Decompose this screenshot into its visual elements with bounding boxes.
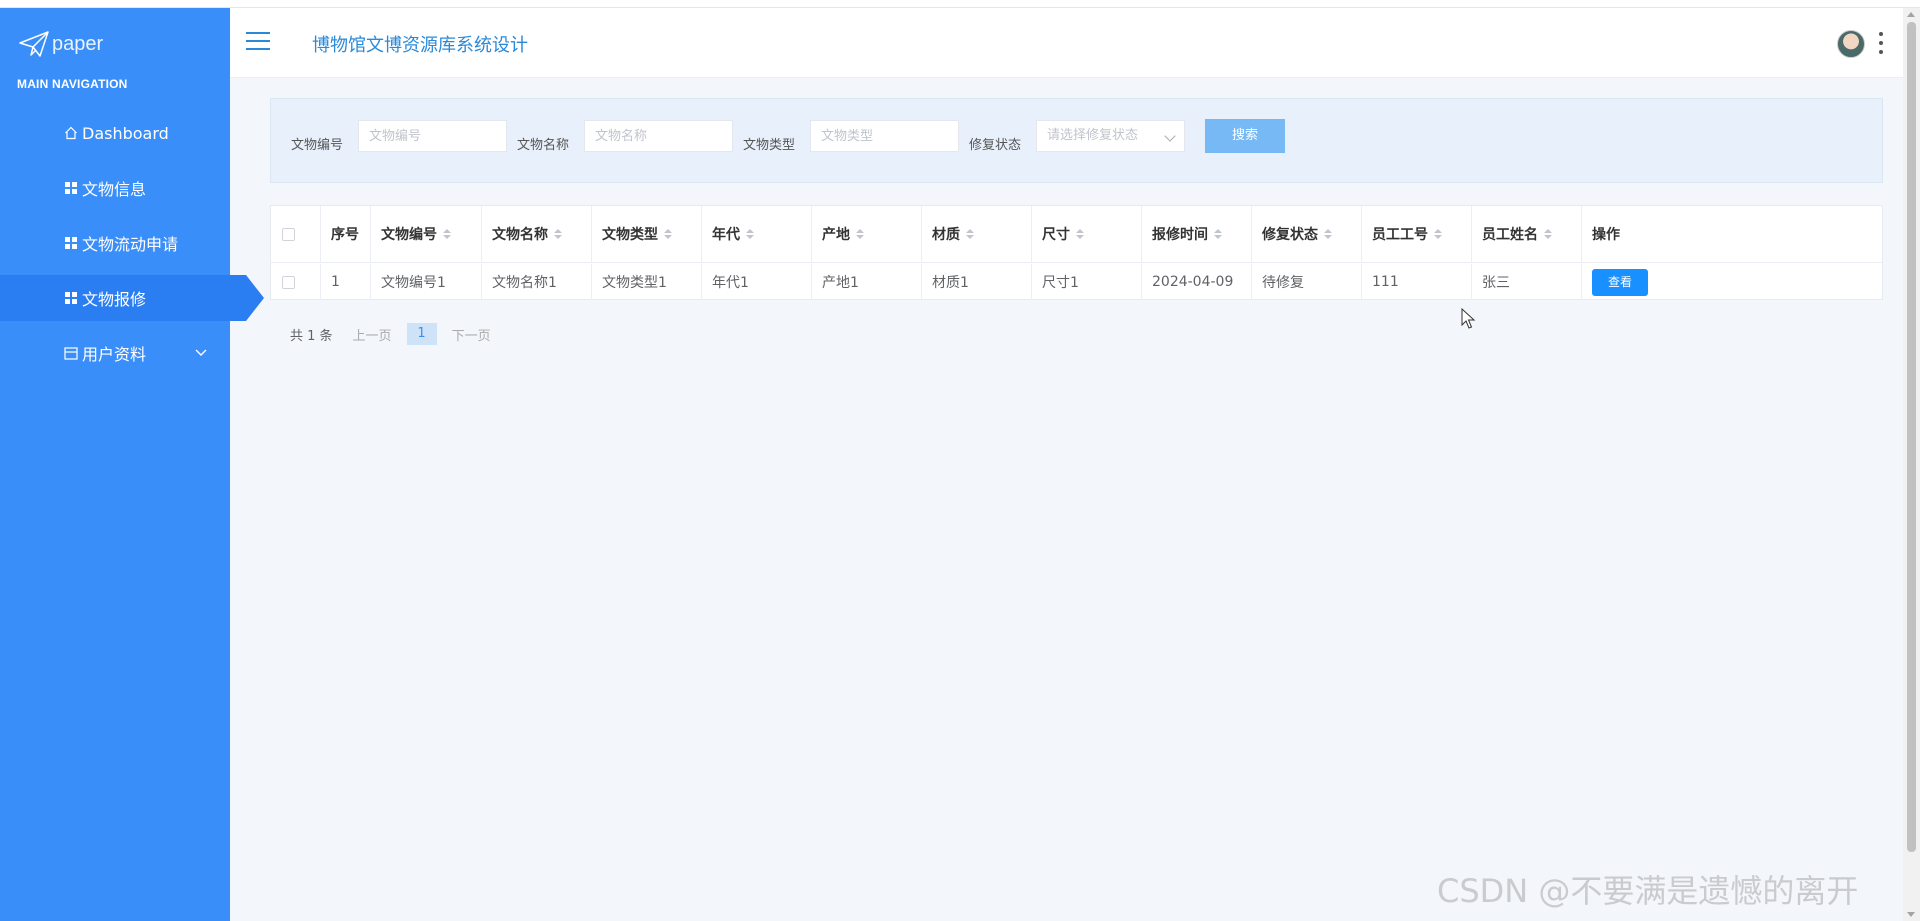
table-cell: 张三 bbox=[1472, 264, 1582, 300]
search-label-code: 文物编号 bbox=[291, 138, 344, 153]
column-header[interactable]: 产地 bbox=[812, 206, 922, 262]
page-title: 博物馆文博资源库系统设计 bbox=[312, 35, 528, 56]
search-button[interactable]: 搜索 bbox=[1205, 119, 1285, 153]
grid-icon bbox=[63, 235, 79, 251]
artifact-code-input[interactable] bbox=[358, 120, 507, 152]
home-icon bbox=[63, 125, 79, 141]
artifact-type-input[interactable] bbox=[810, 120, 959, 152]
action-cell: 查看 bbox=[1582, 264, 1882, 300]
column-header[interactable]: 文物编号 bbox=[371, 206, 482, 262]
sidebar-item-artifact-info[interactable]: 文物信息 bbox=[0, 165, 230, 211]
sidebar-item-label: 文物信息 bbox=[82, 180, 147, 199]
column-header: 操作 bbox=[1592, 227, 1620, 243]
artifact-name-input[interactable] bbox=[584, 120, 733, 152]
scrollbar-thumb[interactable] bbox=[1907, 22, 1916, 852]
sort-icon[interactable] bbox=[1434, 229, 1442, 239]
sidebar: paper MAIN NAVIGATION Dashboard 文物信息 文物流… bbox=[0, 8, 264, 921]
table-cell: 产地1 bbox=[812, 264, 922, 300]
sort-icon[interactable] bbox=[1214, 229, 1222, 239]
row-select-cell bbox=[271, 264, 321, 300]
prev-page-button[interactable]: 上一页 bbox=[353, 325, 392, 344]
repair-status-select[interactable]: 请选择修复状态 bbox=[1036, 120, 1185, 152]
search-label-status: 修复状态 bbox=[969, 138, 1022, 153]
search-label-type: 文物类型 bbox=[743, 138, 796, 153]
column-header[interactable]: 文物类型 bbox=[592, 206, 702, 262]
sidebar-item-label: 文物流动申请 bbox=[82, 235, 179, 254]
table-cell: 1 bbox=[321, 264, 371, 300]
select-placeholder: 请选择修复状态 bbox=[1047, 128, 1139, 143]
sort-icon[interactable] bbox=[746, 229, 754, 239]
table-cell: 材质1 bbox=[922, 264, 1032, 300]
table-row: 1 文物编号1 文物名称1 文物类型1 年代1 产地1 材质1 尺寸1 2024… bbox=[271, 264, 1882, 300]
table-cell: 尺寸1 bbox=[1032, 264, 1142, 300]
view-button[interactable]: 查看 bbox=[1592, 268, 1648, 296]
column-header[interactable]: 文物名称 bbox=[482, 206, 592, 262]
table-cell: 2024-04-09 bbox=[1142, 264, 1252, 300]
sort-icon[interactable] bbox=[1076, 229, 1084, 239]
column-header[interactable]: 修复状态 bbox=[1252, 206, 1362, 262]
table-cell: 待修复 bbox=[1252, 264, 1362, 300]
column-header[interactable]: 员工工号 bbox=[1362, 206, 1472, 262]
mouse-cursor-icon bbox=[1461, 308, 1476, 329]
table-cell: 111 bbox=[1362, 264, 1472, 300]
column-header[interactable]: 员工姓名 bbox=[1472, 206, 1582, 262]
sidebar-item-dashboard[interactable]: Dashboard bbox=[0, 110, 230, 156]
vertical-scrollbar[interactable] bbox=[1903, 8, 1920, 921]
sort-icon[interactable] bbox=[1324, 229, 1332, 239]
table-header-row: 序号 文物编号 文物名称 文物类型 年代 产地 材质 尺寸 报修时间 修复状态 … bbox=[271, 206, 1882, 263]
avatar[interactable] bbox=[1837, 30, 1865, 58]
grid-icon bbox=[63, 180, 79, 196]
menu-toggle-icon[interactable] bbox=[246, 32, 272, 54]
sidebar-item-label: 文物报修 bbox=[82, 290, 147, 309]
more-menu-icon[interactable] bbox=[1878, 32, 1884, 54]
brand-logo[interactable]: paper bbox=[18, 26, 103, 62]
pagination-total: 共 1 条 bbox=[290, 328, 333, 344]
sort-icon[interactable] bbox=[554, 229, 562, 239]
table-cell: 文物编号1 bbox=[371, 264, 482, 300]
brand-text: paper bbox=[52, 32, 104, 55]
next-page-button[interactable]: 下一页 bbox=[452, 325, 491, 344]
grid-icon bbox=[63, 290, 79, 306]
table-cell: 文物类型1 bbox=[592, 264, 702, 300]
page-number-button[interactable]: 1 bbox=[406, 323, 437, 345]
column-header[interactable]: 年代 bbox=[702, 206, 812, 262]
sidebar-item-flow-request[interactable]: 文物流动申请 bbox=[0, 220, 230, 266]
column-header: 序号 bbox=[321, 206, 371, 262]
table-cell: 年代1 bbox=[702, 264, 812, 300]
sidebar-item-label: 用户资料 bbox=[82, 345, 147, 364]
scroll-down-icon[interactable] bbox=[1907, 912, 1915, 917]
card-icon bbox=[63, 345, 79, 361]
search-panel: 文物编号 文物名称 文物类型 修复状态 请选择修复状态 搜索 bbox=[270, 98, 1883, 183]
nav-heading: MAIN NAVIGATION bbox=[17, 77, 128, 91]
chevron-down-icon bbox=[1164, 130, 1176, 142]
sort-icon[interactable] bbox=[966, 229, 974, 239]
chevron-down-icon bbox=[195, 349, 207, 356]
paper-plane-icon bbox=[19, 31, 49, 57]
sort-icon[interactable] bbox=[443, 229, 451, 239]
column-header[interactable]: 材质 bbox=[922, 206, 1032, 262]
sort-icon[interactable] bbox=[664, 229, 672, 239]
sidebar-item-user-profile[interactable]: 用户资料 bbox=[0, 330, 230, 376]
sort-icon[interactable] bbox=[856, 229, 864, 239]
search-label-name: 文物名称 bbox=[517, 138, 570, 153]
column-header[interactable]: 报修时间 bbox=[1142, 206, 1252, 262]
top-header: 博物馆文博资源库系统设计 bbox=[230, 8, 1920, 78]
row-checkbox[interactable] bbox=[282, 275, 295, 289]
data-table: 序号 文物编号 文物名称 文物类型 年代 产地 材质 尺寸 报修时间 修复状态 … bbox=[270, 205, 1883, 300]
select-all-checkbox[interactable] bbox=[282, 227, 295, 241]
column-header[interactable]: 尺寸 bbox=[1032, 206, 1142, 262]
watermark: CSDN @不要满是遗憾的离开 bbox=[1437, 872, 1859, 910]
scroll-up-icon[interactable] bbox=[1907, 12, 1915, 17]
top-border bbox=[0, 0, 1920, 8]
pagination: 共 1 条 上一页 1 下一页 bbox=[290, 323, 491, 345]
sidebar-item-repair[interactable]: 文物报修 bbox=[0, 275, 264, 321]
sidebar-item-label: Dashboard bbox=[82, 123, 169, 143]
sort-icon[interactable] bbox=[1544, 229, 1552, 239]
table-cell: 文物名称1 bbox=[482, 264, 592, 300]
select-all-cell bbox=[271, 206, 321, 262]
